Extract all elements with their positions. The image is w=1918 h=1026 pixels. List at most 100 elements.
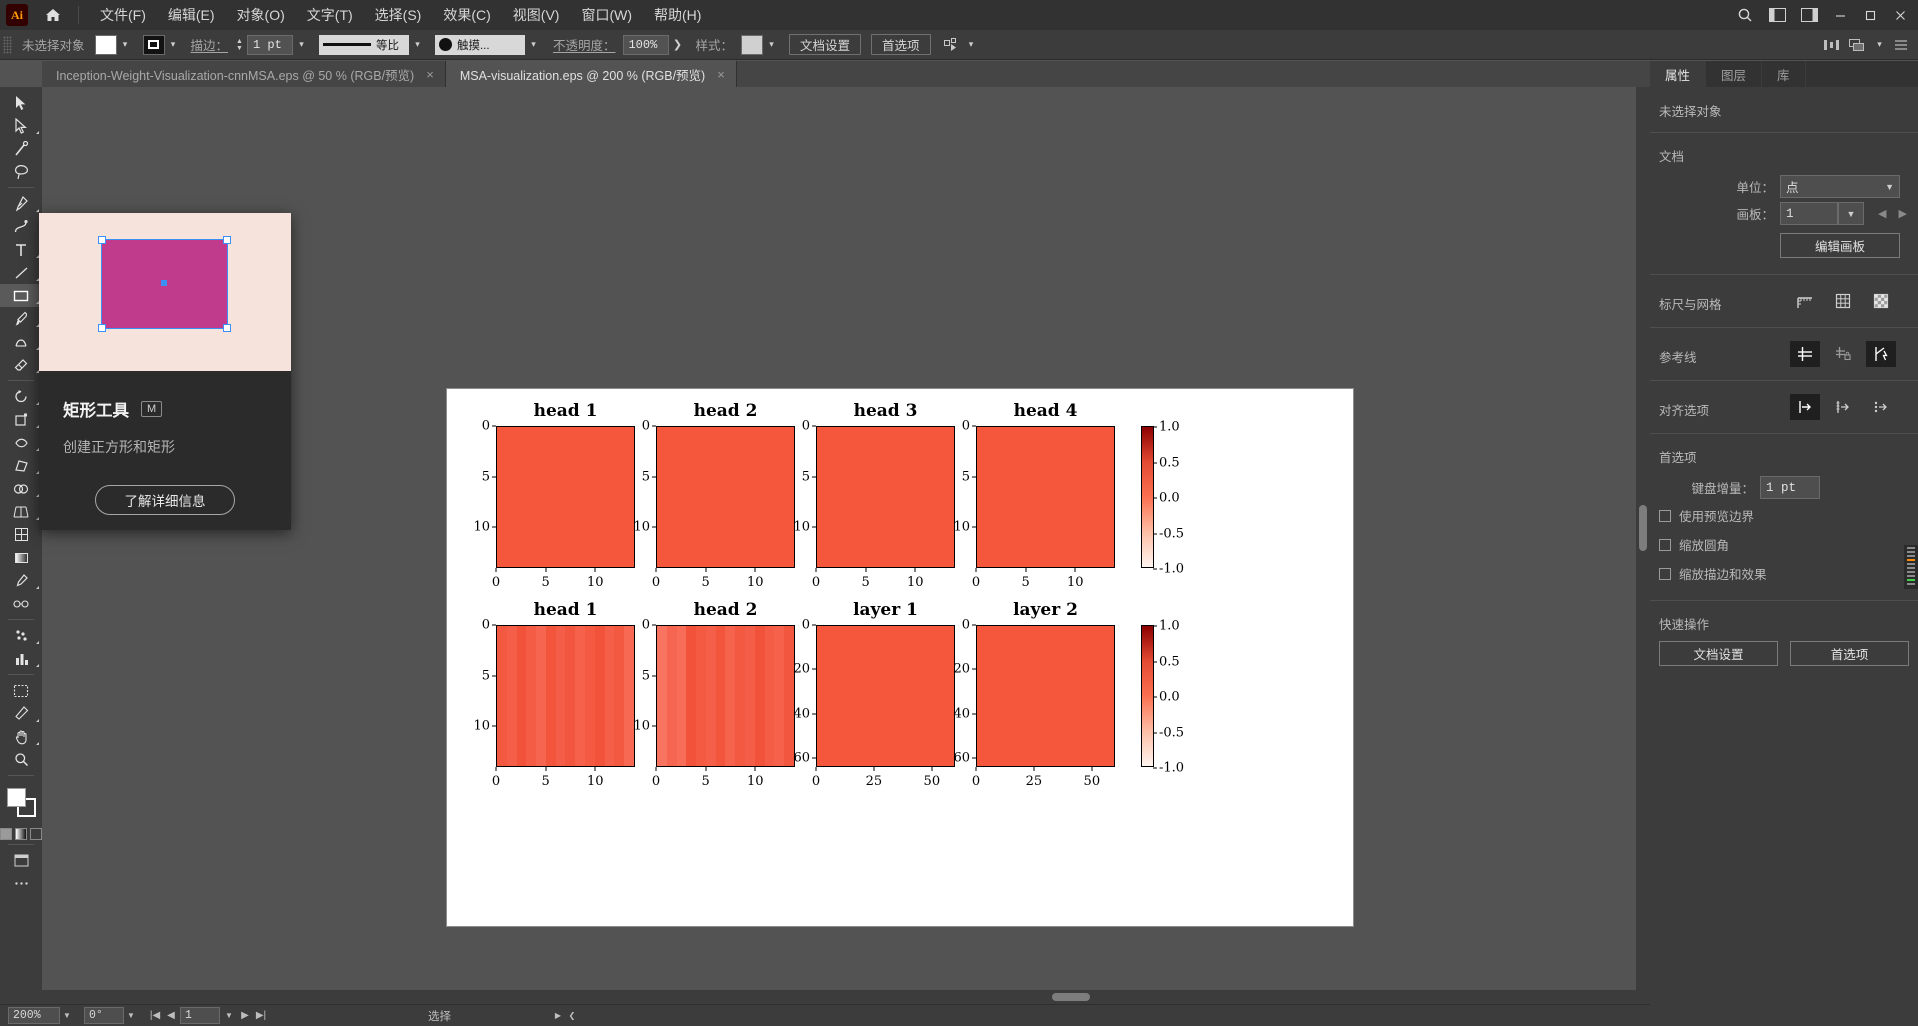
page-number-input[interactable]: 1 xyxy=(180,1007,220,1024)
align-icon[interactable] xyxy=(1821,34,1843,56)
opacity-options-icon[interactable]: ❯ xyxy=(669,35,685,55)
none-button[interactable] xyxy=(30,828,42,840)
menu-effect[interactable]: 效果(C) xyxy=(432,1,501,29)
symbol-sprayer-tool[interactable] xyxy=(0,624,42,647)
artboard[interactable]: head 1 0 5 10 0 5 10 head 2 0 5 10 0 5 10 head 3 0 5 10 0 5… xyxy=(447,389,1353,926)
stroke-profile-chevron-down-icon[interactable]: ▾ xyxy=(410,35,425,55)
tab-layers[interactable]: 图层 xyxy=(1706,61,1763,87)
vertical-scroll-thumb[interactable] xyxy=(1639,505,1647,551)
paintbrush-tool[interactable] xyxy=(0,307,42,330)
tab-inception-weight-visualization[interactable]: Inception-Weight-Visualization-cnnMSA.ep… xyxy=(42,61,446,87)
eraser-tool[interactable] xyxy=(0,353,42,376)
rectangle-tool[interactable] xyxy=(0,284,42,307)
menu-object[interactable]: 对象(O) xyxy=(226,1,296,29)
zoom-tool[interactable] xyxy=(0,748,42,771)
next-page-icon[interactable]: ▶ xyxy=(238,1007,252,1024)
blend-tool[interactable] xyxy=(0,592,42,615)
unit-select[interactable]: 点 ▼ xyxy=(1780,175,1900,198)
keyboard-increment-input[interactable]: 1 pt xyxy=(1760,476,1820,499)
scale-strokes-effects-checkbox[interactable]: 缩放描边和效果 xyxy=(1650,559,1918,588)
pen-tool[interactable] xyxy=(0,192,42,215)
fill-stroke-control[interactable] xyxy=(0,782,42,824)
scale-corners-checkbox[interactable]: 缩放圆角 xyxy=(1650,530,1918,559)
lasso-tool[interactable] xyxy=(0,160,42,183)
quick-preferences-button[interactable]: 首选项 xyxy=(1790,641,1909,666)
fill-chevron-down-icon[interactable]: ▾ xyxy=(118,35,133,55)
gradient-tool[interactable] xyxy=(0,546,42,569)
page-chevron-down-icon[interactable]: ▼ xyxy=(222,1007,236,1024)
status-play-icon[interactable]: ▶ xyxy=(551,1007,565,1024)
gradient-button[interactable] xyxy=(15,828,27,840)
select-similar-chevron-down-icon[interactable]: ▾ xyxy=(964,35,979,55)
quick-document-setup-button[interactable]: 文档设置 xyxy=(1659,641,1778,666)
artboard-tool[interactable] xyxy=(0,679,42,702)
selection-tool[interactable] xyxy=(0,91,42,114)
window-minimize-button[interactable] xyxy=(1826,0,1854,30)
show-guides-icon[interactable] xyxy=(1790,341,1820,367)
arrange-chevron-down-icon[interactable]: ▾ xyxy=(1872,35,1887,55)
home-icon[interactable] xyxy=(38,0,68,30)
panel-menu-icon[interactable] xyxy=(1890,34,1912,56)
brush-chevron-down-icon[interactable]: ▾ xyxy=(526,35,541,55)
menu-view[interactable]: 视图(V) xyxy=(502,1,571,29)
lock-guides-icon[interactable] xyxy=(1828,341,1858,367)
stroke-weight-stepper[interactable]: ▲ ▼ xyxy=(236,38,243,52)
canvas-horizontal-scrollbar[interactable] xyxy=(42,990,1650,1004)
edit-artboards-button[interactable]: 编辑画板 xyxy=(1780,233,1900,258)
fill-color-swatch[interactable] xyxy=(94,34,117,55)
color-button[interactable] xyxy=(0,828,12,840)
prev-page-icon[interactable]: ◀ xyxy=(164,1007,178,1024)
use-preview-bounds-checkbox[interactable]: 使用预览边界 xyxy=(1650,501,1918,530)
perspective-grid-tool[interactable] xyxy=(0,500,42,523)
tooltip-learn-more-button[interactable]: 了解详细信息 xyxy=(95,485,235,515)
search-icon[interactable] xyxy=(1730,0,1760,30)
scale-tool[interactable] xyxy=(0,408,42,431)
edit-toolbar-button[interactable] xyxy=(0,872,42,895)
status-prev-icon[interactable]: ❮ xyxy=(565,1007,579,1024)
collapsed-panel-strip[interactable] xyxy=(1904,545,1918,589)
curvature-tool[interactable] xyxy=(0,215,42,238)
document-setup-button[interactable]: 文档设置 xyxy=(789,34,862,55)
screen-mode-icon[interactable] xyxy=(0,849,42,872)
menu-window[interactable]: 窗口(W) xyxy=(570,1,643,29)
artboard-input[interactable]: 1 xyxy=(1780,202,1838,225)
select-similar-icon[interactable] xyxy=(941,34,963,56)
slice-tool[interactable] xyxy=(0,702,42,725)
rotate-tool[interactable] xyxy=(0,385,42,408)
rotation-input[interactable]: 0° xyxy=(84,1007,124,1024)
window-maximize-button[interactable] xyxy=(1856,0,1884,30)
artboard-select-chevron[interactable]: ▼ xyxy=(1838,202,1864,225)
align-to-pixel-grid-icon[interactable] xyxy=(1790,394,1820,420)
workspace-switcher-icon[interactable] xyxy=(1794,0,1824,30)
opacity-input[interactable]: 100% xyxy=(623,34,670,55)
stroke-chevron-down-icon[interactable]: ▾ xyxy=(166,35,181,55)
menu-help[interactable]: 帮助(H) xyxy=(643,1,712,29)
mesh-tool[interactable] xyxy=(0,523,42,546)
snap-to-grid-icon[interactable] xyxy=(1828,394,1858,420)
column-graph-tool[interactable] xyxy=(0,647,42,670)
rotation-chevron-down-icon[interactable]: ▼ xyxy=(124,1007,138,1024)
tab-close-icon[interactable]: × xyxy=(424,67,436,82)
first-page-icon[interactable]: |◀ xyxy=(148,1007,162,1024)
last-page-icon[interactable]: ▶| xyxy=(254,1007,268,1024)
brush-definition-select[interactable]: 触摸... xyxy=(434,34,525,55)
magic-wand-tool[interactable] xyxy=(0,137,42,160)
eyedropper-tool[interactable] xyxy=(0,569,42,592)
window-close-button[interactable] xyxy=(1886,0,1914,30)
tab-close-icon[interactable]: × xyxy=(715,67,727,82)
stroke-weight-input[interactable]: 1 pt xyxy=(246,34,293,55)
next-artboard-icon[interactable]: ▶ xyxy=(1898,207,1906,220)
stroke-profile-select[interactable]: 等比 xyxy=(318,34,409,55)
preferences-button[interactable]: 首选项 xyxy=(871,34,931,55)
hand-tool[interactable] xyxy=(0,725,42,748)
menu-type[interactable]: 文字(T) xyxy=(296,1,364,29)
stroke-weight-chevron-down-icon[interactable]: ▾ xyxy=(294,35,309,55)
shape-builder-tool[interactable] xyxy=(0,477,42,500)
tab-libraries[interactable]: 库 xyxy=(1762,61,1806,87)
fill-color-indicator[interactable] xyxy=(7,788,26,807)
style-chevron-down-icon[interactable]: ▾ xyxy=(764,35,779,55)
width-tool[interactable] xyxy=(0,431,42,454)
tab-msa-visualization[interactable]: MSA-visualization.eps @ 200 % (RGB/预览) × xyxy=(445,61,737,87)
grid-icon[interactable] xyxy=(1828,288,1858,314)
smart-guides-icon[interactable] xyxy=(1866,341,1896,367)
